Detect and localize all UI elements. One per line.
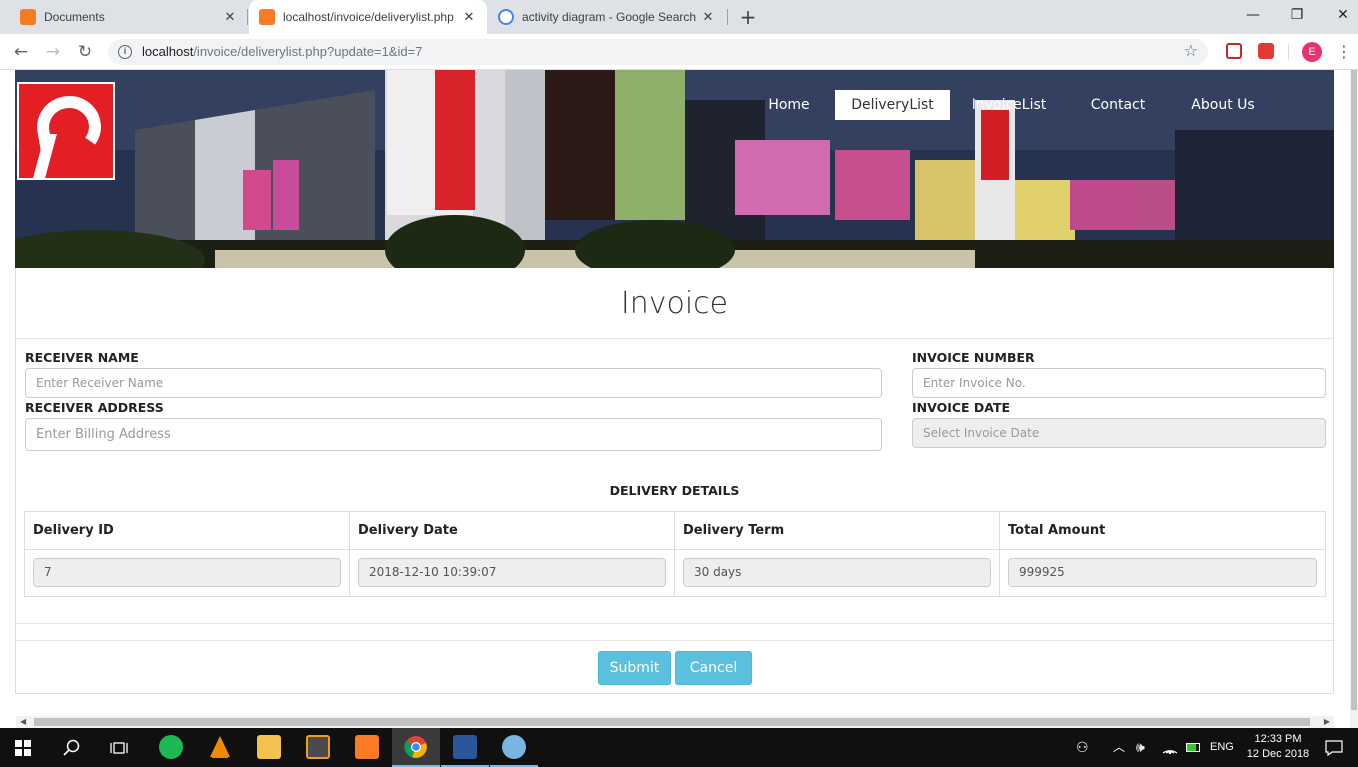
xampp-icon[interactable] [355, 735, 379, 759]
google-favicon-icon [498, 9, 514, 25]
notifications-icon[interactable] [1325, 740, 1343, 756]
profile-avatar[interactable]: E [1302, 42, 1322, 62]
back-icon[interactable]: ← [10, 41, 32, 63]
documents-favicon-icon [20, 9, 36, 25]
column-header: Total Amount [1008, 523, 1106, 538]
column-header: Delivery Date [350, 512, 675, 549]
invoice-panel: Invoice RECEIVER NAME Enter Receiver Nam… [15, 268, 1334, 694]
site-info-icon[interactable]: i [118, 45, 132, 59]
browser-tab-bar: Documents ✕ localhost/invoice/deliveryli… [0, 0, 1358, 34]
delivery-term-field[interactable]: 30 days [683, 558, 991, 587]
scroll-left-icon[interactable]: ◀ [20, 716, 26, 728]
url-host: localhost [142, 44, 194, 59]
close-tab-icon[interactable]: ✕ [461, 9, 477, 25]
word-icon[interactable] [453, 735, 477, 759]
url-text[interactable]: localhost/invoice/deliverylist.php?updat… [142, 44, 422, 59]
total-amount-field[interactable]: 999925 [1008, 558, 1317, 587]
tab-title: localhost/invoice/deliverylist.php [283, 10, 454, 24]
menu-kebab-icon[interactable]: ⋮ [1336, 42, 1352, 61]
receiver-address-label: RECEIVER ADDRESS [25, 400, 164, 415]
wifi-icon[interactable] [1162, 741, 1178, 755]
tab-separator [247, 9, 248, 25]
receiver-address-input[interactable]: Enter Billing Address [25, 418, 882, 451]
invoice-number-label: INVOICE NUMBER [912, 350, 1035, 365]
forward-icon[interactable]: → [42, 41, 64, 63]
vlc-icon[interactable] [208, 735, 232, 759]
header-banner: Home DeliveryList InvoiceList Contact Ab… [15, 70, 1334, 268]
page-title: Invoice [620, 286, 729, 321]
column-header: Delivery ID [25, 512, 350, 549]
restore-button[interactable]: ❐ [1282, 4, 1312, 26]
submit-button[interactable]: Submit [598, 651, 671, 685]
volume-icon[interactable]: 🕪 [1136, 728, 1145, 767]
clock-date: 12 Dec 2018 [1246, 748, 1310, 760]
divider [16, 623, 1333, 624]
column-header: Delivery Term [675, 512, 1000, 549]
close-tab-icon[interactable]: ✕ [222, 9, 238, 25]
close-window-button[interactable]: ✕ [1328, 4, 1358, 26]
system-clock[interactable]: 12:33 PM 12 Dec 2018 [1238, 732, 1318, 762]
battery-icon[interactable] [1186, 743, 1200, 752]
clock-time: 12:33 PM [1254, 733, 1302, 745]
table-cell: 2018-12-10 10:39:07 [350, 550, 675, 597]
toolbar-divider [1288, 44, 1289, 60]
delivery-details-heading: DELIVERY DETAILS [609, 483, 740, 498]
windows-start-icon[interactable] [15, 740, 31, 756]
search-icon[interactable] [63, 739, 81, 757]
windows-taskbar: ⚇ ︿ 🕪 ENG 12:33 PM 12 Dec 2018 [0, 728, 1358, 767]
nav-invoicelist[interactable]: InvoiceList [963, 90, 1055, 120]
pocket-extension-icon[interactable] [1226, 43, 1242, 59]
invoice-number-input[interactable]: Enter Invoice No. [912, 368, 1326, 398]
horizontal-scrollbar[interactable]: ◀ ▶ [16, 716, 1334, 728]
receiver-name-input[interactable]: Enter Receiver Name [25, 368, 882, 398]
close-tab-icon[interactable]: ✕ [700, 9, 716, 25]
tab-documents[interactable]: Documents ✕ [0, 0, 248, 34]
delivery-date-field[interactable]: 2018-12-10 10:39:07 [358, 558, 666, 587]
vertical-scrollbar[interactable] [1350, 70, 1358, 728]
paint-icon[interactable] [502, 735, 526, 759]
extension-icon[interactable] [1258, 43, 1274, 59]
bookmark-star-icon[interactable]: ☆ [1184, 41, 1198, 60]
cancel-button[interactable]: Cancel [675, 651, 752, 685]
reload-icon[interactable]: ↻ [74, 41, 96, 63]
address-bar[interactable]: i localhost/invoice/deliverylist.php?upd… [108, 39, 1208, 65]
delivery-id-field[interactable]: 7 [33, 558, 341, 587]
scroll-right-icon[interactable]: ▶ [1324, 716, 1330, 728]
scrollbar-thumb[interactable] [1351, 70, 1357, 710]
nav-deliverylist[interactable]: DeliveryList [835, 90, 950, 120]
delivery-table: Delivery ID Delivery Date Delivery Term … [24, 511, 1326, 597]
nav-about-us[interactable]: About Us [1181, 90, 1265, 120]
tab-separator [727, 9, 728, 25]
invoice-date-label: INVOICE DATE [912, 400, 1011, 415]
receiver-name-label: RECEIVER NAME [25, 350, 139, 365]
tab-google-search[interactable]: activity diagram - Google Search ✕ [488, 0, 726, 34]
tab-deliverylist[interactable]: localhost/invoice/deliverylist.php ✕ [249, 0, 487, 34]
address-toolbar: ← → ↻ i localhost/invoice/deliverylist.p… [0, 34, 1358, 70]
table-cell: 7 [25, 550, 350, 597]
task-view-icon[interactable] [110, 740, 128, 756]
scrollbar-thumb[interactable] [34, 718, 1310, 726]
xampp-favicon-icon [259, 9, 275, 25]
sublime-text-icon[interactable] [306, 735, 330, 759]
chrome-icon[interactable] [404, 735, 428, 759]
language-indicator[interactable]: ENG [1210, 728, 1234, 767]
url-path: /invoice/deliverylist.php?update=1&id=7 [193, 44, 423, 59]
minimize-button[interactable]: — [1238, 4, 1268, 26]
brand-logo[interactable] [17, 82, 115, 180]
divider [16, 640, 1333, 641]
invoice-date-picker[interactable]: Select Invoice Date [912, 418, 1326, 448]
nav-contact[interactable]: Contact [1077, 90, 1159, 120]
page-viewport: Home DeliveryList InvoiceList Contact Ab… [0, 70, 1358, 728]
show-hidden-icons-icon[interactable]: ︿ [1113, 728, 1125, 767]
table-cell: 999925 [1000, 550, 1325, 597]
people-icon[interactable]: ⚇ [1076, 728, 1089, 767]
divider [16, 338, 1333, 339]
new-tab-button[interactable]: + [738, 6, 758, 28]
table-cell: 30 days [675, 550, 1000, 597]
tab-title: activity diagram - Google Search [522, 10, 697, 24]
tab-title: Documents [44, 10, 105, 24]
spotify-icon[interactable] [159, 735, 183, 759]
nav-home[interactable]: Home [753, 90, 825, 120]
file-explorer-icon[interactable] [257, 735, 281, 759]
